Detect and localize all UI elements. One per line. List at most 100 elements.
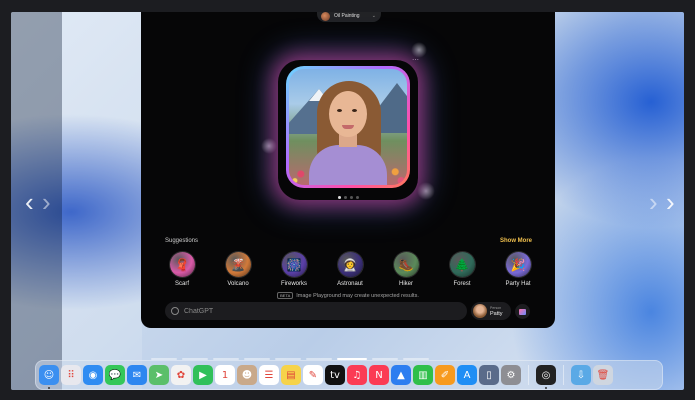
iphone-mirroring-icon-glyph: ▯ <box>486 369 492 381</box>
more-options-icon[interactable]: ⋯ <box>412 56 419 64</box>
next-chevron-icon[interactable]: › <box>666 189 675 215</box>
notes-icon[interactable]: ▤ <box>281 365 301 385</box>
beta-notice: BETA Image Playground may create unexpect… <box>141 292 555 299</box>
sparkle-decoration <box>261 138 277 154</box>
forest-icon-glyph: 🌲 <box>454 257 470 272</box>
image-playground-icon[interactable]: ◎ <box>536 365 556 389</box>
trash-icon-glyph: 🗑 <box>596 369 610 381</box>
forest-icon: 🌲 <box>449 252 475 277</box>
music-icon[interactable]: ♫ <box>347 365 367 385</box>
person-selector[interactable]: Person Patty <box>471 302 511 320</box>
suggestion-item[interactable]: 🧣 Scarf <box>155 252 209 287</box>
suggestion-item[interactable]: 🎉 Party Hat <box>491 252 545 287</box>
dock-separator <box>563 365 564 385</box>
next-chevron-dim-icon: › <box>649 187 658 217</box>
downloads-folder-icon[interactable]: ⇩ <box>571 365 591 385</box>
freeform-icon-glyph: ✎ <box>308 369 318 381</box>
safari-icon[interactable]: ◉ <box>83 365 103 385</box>
iphone-mirroring-icon[interactable]: ▯ <box>479 365 499 385</box>
facetime-icon-glyph: ▶ <box>199 369 207 381</box>
maps-icon[interactable]: ➤ <box>149 365 169 385</box>
mail-icon[interactable]: ✉ <box>127 365 147 385</box>
mail-icon-glyph: ✉ <box>132 369 142 381</box>
scarf-icon-glyph: 🧣 <box>174 257 190 272</box>
contacts-icon[interactable]: ☻ <box>237 365 257 385</box>
music-icon-glyph: ♫ <box>352 369 362 381</box>
gallery-icon <box>519 308 526 315</box>
reminders-icon-glyph: ☰ <box>264 369 274 381</box>
image-page-dots[interactable] <box>338 196 359 199</box>
news-icon[interactable]: N <box>369 365 389 385</box>
suggestion-label: Fireworks <box>280 281 307 287</box>
app-store-icon-glyph: A <box>463 369 471 381</box>
facetime-icon[interactable]: ▶ <box>193 365 213 385</box>
chatgpt-icon <box>171 307 179 315</box>
apple-tv-icon[interactable]: tv <box>325 365 345 385</box>
show-more-button[interactable]: Show More <box>500 238 532 244</box>
generated-image[interactable] <box>286 66 410 188</box>
finder-icon[interactable]: ☺ <box>39 365 59 389</box>
notes-icon-glyph: ▤ <box>286 369 296 381</box>
finder-icon-glyph: ☺ <box>43 369 55 381</box>
beta-notice-text: Image Playground may create unexpected r… <box>296 293 419 299</box>
fireworks-icon-glyph: 🎆 <box>286 257 302 272</box>
previous-space-shade <box>11 12 62 390</box>
image-playground-window: Oil Painting ⌄ ⋯ Suggestions Show More 🧣… <box>141 12 555 328</box>
previous-chevron-icon[interactable]: ‹ <box>25 189 34 215</box>
calendar-icon-glyph: 1 <box>221 369 229 381</box>
generated-portrait-illustration <box>289 69 407 185</box>
keynote-icon[interactable]: ▲ <box>391 365 411 385</box>
dock: ☺ ⠿ ◉ 💬 ✉ ➤ ✿ ▶ 1 ☻ ☰ ▤ ✎ tv ♫ N ▲ ▥ ✐ A ▯ ⚙ ◎ ⇩ 🗑 <box>35 360 663 390</box>
numbers-icon[interactable]: ▥ <box>413 365 433 385</box>
running-indicator <box>545 387 547 389</box>
prompt-input[interactable] <box>184 307 444 315</box>
page-dot[interactable] <box>344 196 347 199</box>
suggestion-label: Scarf <box>174 281 189 287</box>
suggestion-label: Party Hat <box>505 281 531 287</box>
photos-icon-glyph: ✿ <box>176 369 186 381</box>
downloads-folder-icon-glyph: ⇩ <box>576 369 586 381</box>
calendar-icon[interactable]: 1 <box>215 365 235 385</box>
page-dot[interactable] <box>338 196 341 199</box>
sparkle-decoration <box>417 182 435 200</box>
astronaut-icon: 👩‍🚀 <box>337 252 363 277</box>
system-settings-icon[interactable]: ⚙ <box>501 365 521 385</box>
dock-separator <box>528 365 529 385</box>
messages-icon-glyph: 💬 <box>108 369 122 381</box>
page-dot[interactable] <box>356 196 359 199</box>
hiker-icon: 🥾 <box>393 252 419 277</box>
photos-icon[interactable]: ✿ <box>171 365 191 385</box>
numbers-icon-glyph: ▥ <box>418 369 428 381</box>
suggestion-item[interactable]: 🌲 Forest <box>435 252 489 287</box>
image-playground-icon-glyph: ◎ <box>541 369 551 381</box>
trash-icon[interactable]: 🗑 <box>593 365 613 385</box>
fireworks-icon: 🎆 <box>281 252 307 277</box>
gallery-button[interactable] <box>515 304 530 319</box>
news-icon-glyph: N <box>375 369 383 381</box>
prompt-field[interactable] <box>165 302 467 320</box>
keynote-icon-glyph: ▲ <box>397 369 405 381</box>
scarf-icon: 🧣 <box>169 252 195 277</box>
suggestion-label: Hiker <box>398 281 413 287</box>
launchpad-icon[interactable]: ⠿ <box>61 365 81 385</box>
freeform-icon[interactable]: ✎ <box>303 365 323 385</box>
suggestions-title: Suggestions <box>165 238 199 244</box>
reminders-icon[interactable]: ☰ <box>259 365 279 385</box>
suggestion-item[interactable]: 🌋 Volcano <box>211 252 265 287</box>
person-name: Patty <box>490 311 503 317</box>
system-settings-icon-glyph: ⚙ <box>506 369 516 381</box>
app-store-icon[interactable]: A <box>457 365 477 385</box>
style-label: Oil Painting <box>334 13 360 19</box>
pages-icon[interactable]: ✐ <box>435 365 455 385</box>
safari-icon-glyph: ◉ <box>88 369 98 381</box>
style-selector[interactable]: Oil Painting ⌄ <box>317 12 381 22</box>
messages-icon[interactable]: 💬 <box>105 365 125 385</box>
space-overlay <box>62 12 142 390</box>
suggestion-item[interactable]: 🥾 Hiker <box>379 252 433 287</box>
page-dot[interactable] <box>350 196 353 199</box>
pages-icon-glyph: ✐ <box>440 369 450 381</box>
suggestion-item[interactable]: 👩‍🚀 Astronaut <box>323 252 377 287</box>
suggestion-item[interactable]: 🎆 Fireworks <box>267 252 321 287</box>
party-hat-icon: 🎉 <box>505 252 531 277</box>
previous-chevron-dim-icon: › <box>42 187 51 217</box>
